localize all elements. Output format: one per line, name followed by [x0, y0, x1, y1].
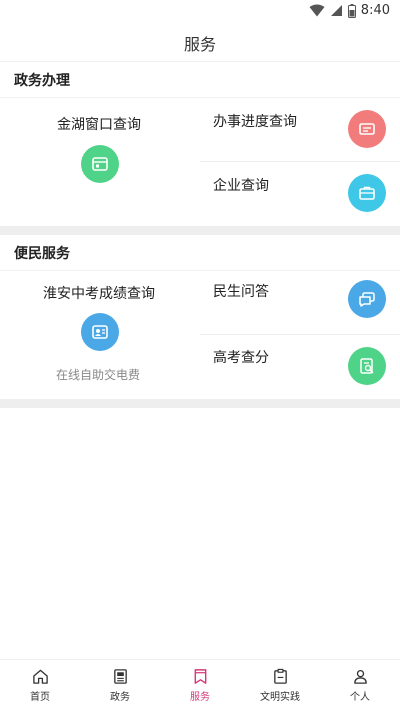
section-title-gov: 政务办理	[0, 62, 400, 98]
service-label: 金湖窗口查询	[57, 117, 141, 133]
home-icon	[32, 669, 48, 684]
battery-icon	[347, 3, 356, 18]
nav-label: 文明实践	[260, 692, 300, 703]
search-doc-icon	[348, 347, 386, 385]
bookmark-icon	[194, 669, 206, 684]
service-livelihood-qa[interactable]: 民生问答	[200, 271, 400, 335]
nav-service[interactable]: 服务	[160, 660, 240, 711]
page-title: 服务	[183, 34, 216, 54]
section-title-convenience: 便民服务	[0, 235, 400, 271]
service-sub-label[interactable]: 在线自助交电费	[56, 366, 140, 383]
status-bar: 8:40	[0, 0, 400, 24]
status-icons: 8:40	[309, 3, 390, 18]
service-label: 民生问答	[213, 284, 269, 300]
nav-home[interactable]: 首页	[0, 660, 80, 711]
nav-civilization-practice[interactable]: 文明实践	[240, 660, 320, 711]
service-label: 淮安中考成绩查询	[43, 286, 155, 302]
service-zhongkao-score-query[interactable]: 淮安中考成绩查询 在线自助交电费	[0, 271, 200, 399]
service-label: 企业查询	[213, 178, 269, 194]
service-jinhu-window-query[interactable]: 金湖窗口查询	[0, 98, 200, 226]
service-enterprise-query[interactable]: 企业查询	[200, 162, 400, 226]
wifi-icon	[309, 4, 325, 17]
card-icon	[348, 110, 386, 148]
status-time: 8:40	[360, 3, 390, 18]
briefcase-icon	[348, 174, 386, 212]
person-icon	[353, 669, 367, 684]
nav-label: 政务	[110, 692, 130, 703]
section-gap	[0, 226, 400, 235]
signal-icon	[330, 5, 342, 16]
service-label: 办事进度查询	[213, 114, 297, 130]
bottom-nav: 首页 政务 服务 文明实践 个人	[0, 659, 400, 711]
document-icon	[113, 669, 127, 684]
chat-icon	[348, 280, 386, 318]
nav-personal[interactable]: 个人	[320, 660, 400, 711]
service-gaokao-score-query[interactable]: 高考查分	[200, 335, 400, 399]
nav-gov[interactable]: 政务	[80, 660, 160, 711]
id-card-icon	[81, 145, 119, 183]
service-progress-query[interactable]: 办事进度查询	[200, 98, 400, 162]
section-gov-card: 金湖窗口查询 办事进度查询 企业查询	[0, 98, 400, 226]
section-gap	[0, 399, 400, 408]
nav-label: 首页	[30, 692, 50, 703]
photo-id-icon	[81, 313, 119, 351]
section-convenience-card: 淮安中考成绩查询 在线自助交电费 民生问答 高考查分	[0, 271, 400, 399]
title-bar: 服务	[0, 24, 400, 62]
clipboard-icon	[273, 668, 287, 684]
service-label: 高考查分	[213, 350, 269, 366]
nav-label: 服务	[190, 692, 210, 703]
nav-label: 个人	[350, 692, 370, 703]
